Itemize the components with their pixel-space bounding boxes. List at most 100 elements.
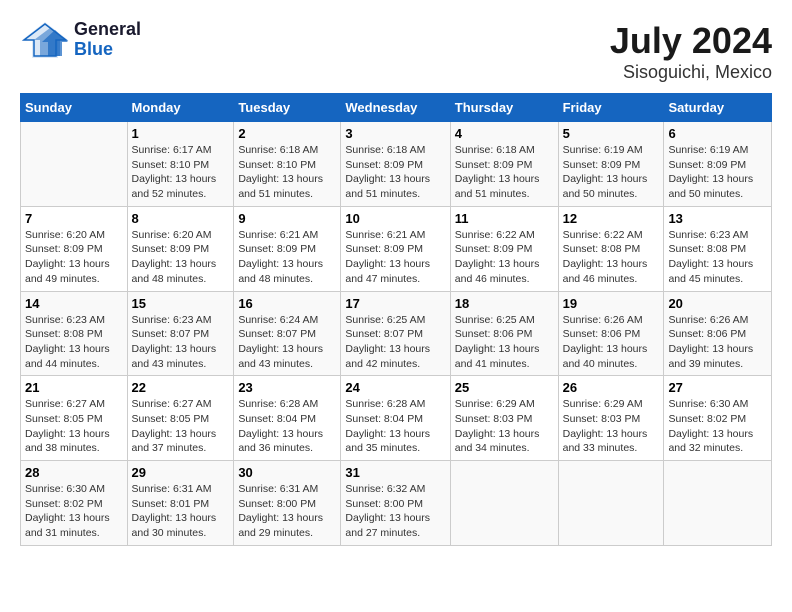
day-number: 24 xyxy=(345,380,445,395)
day-cell: 31Sunrise: 6:32 AMSunset: 8:00 PMDayligh… xyxy=(341,461,450,546)
day-number: 14 xyxy=(25,296,123,311)
day-cell: 15 Sunrise: 6:23 AMSunset: 8:07 PMDayligh… xyxy=(127,291,234,376)
day-number: 5 xyxy=(563,126,660,141)
day-cell: 18 Sunrise: 6:25 AMSunset: 8:06 PMDayligh… xyxy=(450,291,558,376)
day-cell xyxy=(21,122,128,207)
day-detail: Sunrise: 6:29 AMSunset: 8:03 PMDaylight:… xyxy=(563,397,660,456)
day-cell xyxy=(450,461,558,546)
header-wednesday: Wednesday xyxy=(341,94,450,122)
day-number: 4 xyxy=(455,126,554,141)
day-cell: 17Sunrise: 6:25 AMSunset: 8:07 PMDayligh… xyxy=(341,291,450,376)
day-number: 15 xyxy=(132,296,230,311)
day-detail: Sunrise: 6:20 AMSunset: 8:09 PMDaylight:… xyxy=(132,228,230,287)
day-number: 12 xyxy=(563,211,660,226)
day-detail: Sunrise: 6:25 AMSunset: 8:06 PMDaylight:… xyxy=(455,313,554,372)
day-detail: Sunrise: 6:28 AMSunset: 8:04 PMDaylight:… xyxy=(345,397,445,456)
day-cell: 1 Sunrise: 6:17 AMSunset: 8:10 PMDaylight… xyxy=(127,122,234,207)
calendar-title: July 2024 xyxy=(610,20,772,62)
day-detail: Sunrise: 6:18 AMSunset: 8:09 PMDaylight:… xyxy=(455,143,554,202)
day-detail: Sunrise: 6:31 AMSunset: 8:01 PMDaylight:… xyxy=(132,482,230,541)
day-cell: 8 Sunrise: 6:20 AMSunset: 8:09 PMDaylight… xyxy=(127,206,234,291)
day-cell: 12Sunrise: 6:22 AMSunset: 8:08 PMDayligh… xyxy=(558,206,664,291)
day-number: 28 xyxy=(25,465,123,480)
header-tuesday: Tuesday xyxy=(234,94,341,122)
day-number: 18 xyxy=(455,296,554,311)
logo-text: General Blue xyxy=(74,20,141,60)
day-cell: 7 Sunrise: 6:20 AMSunset: 8:09 PMDaylight… xyxy=(21,206,128,291)
day-number: 30 xyxy=(238,465,336,480)
day-detail: Sunrise: 6:29 AMSunset: 8:03 PMDaylight:… xyxy=(455,397,554,456)
day-number: 23 xyxy=(238,380,336,395)
day-cell: 11 Sunrise: 6:22 AMSunset: 8:09 PMDayligh… xyxy=(450,206,558,291)
week-row-4: 28 Sunrise: 6:30 AMSunset: 8:02 PMDayligh… xyxy=(21,461,772,546)
week-row-0: 1 Sunrise: 6:17 AMSunset: 8:10 PMDaylight… xyxy=(21,122,772,207)
day-number: 11 xyxy=(455,211,554,226)
day-number: 10 xyxy=(345,211,445,226)
day-number: 22 xyxy=(132,380,230,395)
day-detail: Sunrise: 6:23 AMSunset: 8:07 PMDaylight:… xyxy=(132,313,230,372)
day-detail: Sunrise: 6:26 AMSunset: 8:06 PMDaylight:… xyxy=(563,313,660,372)
day-number: 17 xyxy=(345,296,445,311)
day-cell: 20Sunrise: 6:26 AMSunset: 8:06 PMDayligh… xyxy=(664,291,772,376)
day-detail: Sunrise: 6:19 AMSunset: 8:09 PMDaylight:… xyxy=(668,143,767,202)
day-detail: Sunrise: 6:27 AMSunset: 8:05 PMDaylight:… xyxy=(25,397,123,456)
day-cell: 13Sunrise: 6:23 AMSunset: 8:08 PMDayligh… xyxy=(664,206,772,291)
header-monday: Monday xyxy=(127,94,234,122)
day-cell xyxy=(664,461,772,546)
logo-icon xyxy=(20,20,70,60)
day-number: 21 xyxy=(25,380,123,395)
header-sunday: Sunday xyxy=(21,94,128,122)
day-detail: Sunrise: 6:23 AMSunset: 8:08 PMDaylight:… xyxy=(25,313,123,372)
day-cell: 27 Sunrise: 6:30 AMSunset: 8:02 PMDayligh… xyxy=(664,376,772,461)
day-detail: Sunrise: 6:23 AMSunset: 8:08 PMDaylight:… xyxy=(668,228,767,287)
day-cell: 24 Sunrise: 6:28 AMSunset: 8:04 PMDayligh… xyxy=(341,376,450,461)
week-row-2: 14 Sunrise: 6:23 AMSunset: 8:08 PMDayligh… xyxy=(21,291,772,376)
day-number: 8 xyxy=(132,211,230,226)
day-detail: Sunrise: 6:27 AMSunset: 8:05 PMDaylight:… xyxy=(132,397,230,456)
day-detail: Sunrise: 6:20 AMSunset: 8:09 PMDaylight:… xyxy=(25,228,123,287)
logo-general: General xyxy=(74,20,141,40)
day-number: 29 xyxy=(132,465,230,480)
day-detail: Sunrise: 6:30 AMSunset: 8:02 PMDaylight:… xyxy=(25,482,123,541)
day-detail: Sunrise: 6:18 AMSunset: 8:10 PMDaylight:… xyxy=(238,143,336,202)
day-detail: Sunrise: 6:30 AMSunset: 8:02 PMDaylight:… xyxy=(668,397,767,456)
day-detail: Sunrise: 6:17 AMSunset: 8:10 PMDaylight:… xyxy=(132,143,230,202)
calendar-subtitle: Sisoguichi, Mexico xyxy=(610,62,772,83)
header-saturday: Saturday xyxy=(664,94,772,122)
day-cell: 25 Sunrise: 6:29 AMSunset: 8:03 PMDayligh… xyxy=(450,376,558,461)
day-detail: Sunrise: 6:31 AMSunset: 8:00 PMDaylight:… xyxy=(238,482,336,541)
day-cell: 30 Sunrise: 6:31 AMSunset: 8:00 PMDayligh… xyxy=(234,461,341,546)
day-number: 26 xyxy=(563,380,660,395)
day-detail: Sunrise: 6:22 AMSunset: 8:09 PMDaylight:… xyxy=(455,228,554,287)
day-detail: Sunrise: 6:18 AMSunset: 8:09 PMDaylight:… xyxy=(345,143,445,202)
day-number: 1 xyxy=(132,126,230,141)
calendar-table: Sunday Monday Tuesday Wednesday Thursday… xyxy=(20,93,772,546)
day-cell: 3 Sunrise: 6:18 AMSunset: 8:09 PMDaylight… xyxy=(341,122,450,207)
day-cell: 10 Sunrise: 6:21 AMSunset: 8:09 PMDayligh… xyxy=(341,206,450,291)
day-cell: 21 Sunrise: 6:27 AMSunset: 8:05 PMDayligh… xyxy=(21,376,128,461)
header-friday: Friday xyxy=(558,94,664,122)
day-cell: 28 Sunrise: 6:30 AMSunset: 8:02 PMDayligh… xyxy=(21,461,128,546)
day-number: 27 xyxy=(668,380,767,395)
logo: General Blue xyxy=(20,20,141,60)
day-detail: Sunrise: 6:24 AMSunset: 8:07 PMDaylight:… xyxy=(238,313,336,372)
day-number: 7 xyxy=(25,211,123,226)
day-number: 6 xyxy=(668,126,767,141)
title-block: July 2024 Sisoguichi, Mexico xyxy=(610,20,772,83)
day-cell: 26 Sunrise: 6:29 AMSunset: 8:03 PMDayligh… xyxy=(558,376,664,461)
day-number: 25 xyxy=(455,380,554,395)
day-number: 19 xyxy=(563,296,660,311)
day-detail: Sunrise: 6:26 AMSunset: 8:06 PMDaylight:… xyxy=(668,313,767,372)
logo-blue: Blue xyxy=(74,40,141,60)
week-row-1: 7 Sunrise: 6:20 AMSunset: 8:09 PMDaylight… xyxy=(21,206,772,291)
day-cell: 29 Sunrise: 6:31 AMSunset: 8:01 PMDayligh… xyxy=(127,461,234,546)
day-cell: 4 Sunrise: 6:18 AMSunset: 8:09 PMDaylight… xyxy=(450,122,558,207)
day-number: 2 xyxy=(238,126,336,141)
day-cell: 22 Sunrise: 6:27 AMSunset: 8:05 PMDayligh… xyxy=(127,376,234,461)
day-number: 16 xyxy=(238,296,336,311)
day-detail: Sunrise: 6:21 AMSunset: 8:09 PMDaylight:… xyxy=(238,228,336,287)
header-row: Sunday Monday Tuesday Wednesday Thursday… xyxy=(21,94,772,122)
day-detail: Sunrise: 6:21 AMSunset: 8:09 PMDaylight:… xyxy=(345,228,445,287)
day-detail: Sunrise: 6:28 AMSunset: 8:04 PMDaylight:… xyxy=(238,397,336,456)
day-number: 3 xyxy=(345,126,445,141)
